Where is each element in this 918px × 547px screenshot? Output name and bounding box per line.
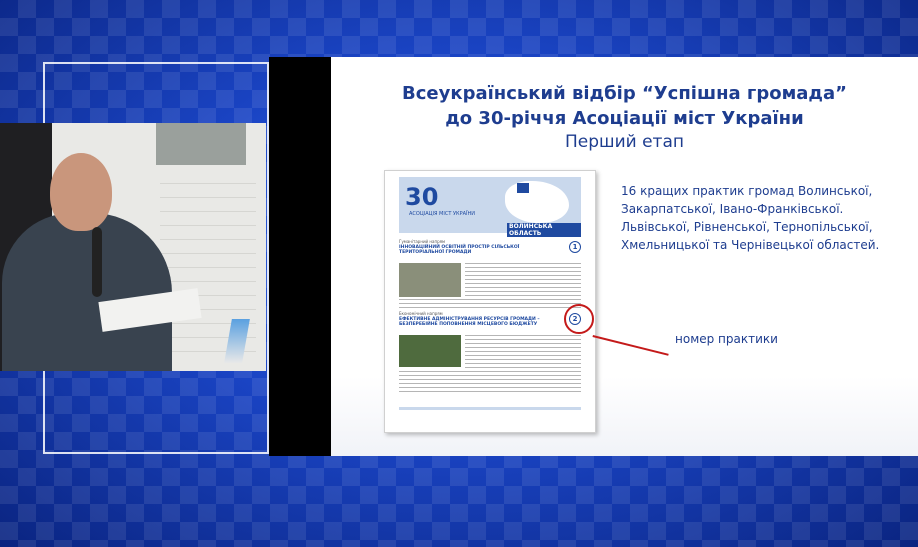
highlight-circle [564, 304, 594, 334]
speaker-body [2, 213, 172, 371]
annotation-line [592, 335, 669, 356]
speaker-head [50, 153, 112, 231]
anniversary-logo: 30 [405, 183, 439, 211]
document-footer-bar [399, 407, 581, 410]
practices-description: 16 кращих практик громад Волинської, Зак… [621, 184, 880, 252]
wall-picture [156, 123, 246, 165]
practice2-tag: Економічний напрям [399, 311, 443, 316]
speaker-video [0, 123, 266, 371]
practice2-photo [399, 335, 461, 367]
practice2-text [465, 335, 581, 369]
presentation-slide: Всеукраїнський відбір “Успішна громада” … [331, 57, 918, 456]
region-highlight [517, 183, 529, 193]
practice1-heading: ІННОВАЦІЙНИЙ ОСВІТНІЙ ПРОСТІР СІЛЬСЬКОЇ … [399, 245, 520, 255]
slide-title-line1: Всеукраїнський відбір “Успішна громада” [402, 83, 847, 104]
practice1-text [465, 263, 581, 299]
practice1-photo [399, 263, 461, 297]
slide-title-line2: до 30-річчя Асоціації міст України [445, 108, 804, 129]
slide-title: Всеукраїнський відбір “Успішна громада” … [331, 81, 918, 131]
practice1-number: 1 [569, 241, 581, 253]
slide-border [269, 57, 331, 456]
practice2-heading: ЕФЕКТИВНЕ АДМІНІСТРУВАННЯ РЕСУРСІВ ГРОМА… [399, 317, 540, 327]
microphone-icon [92, 227, 102, 297]
document-thumbnail: 30 АСОЦІАЦІЯ МІСТ УКРАЇНИ ВОЛИНСЬКА ОБЛА… [384, 170, 596, 433]
region-name: ВОЛИНСЬКА ОБЛАСТЬ [507, 223, 581, 237]
ukraine-map-icon [505, 181, 569, 223]
annotation-label: номер практики [675, 332, 778, 346]
slide-subtitle: Перший етап [565, 132, 684, 152]
practice1-tag: Гуманітарний напрям [399, 239, 446, 244]
logo-caption: АСОЦІАЦІЯ МІСТ УКРАЇНИ [409, 211, 475, 217]
document-header: 30 АСОЦІАЦІЯ МІСТ УКРАЇНИ ВОЛИНСЬКА ОБЛА… [399, 177, 581, 237]
